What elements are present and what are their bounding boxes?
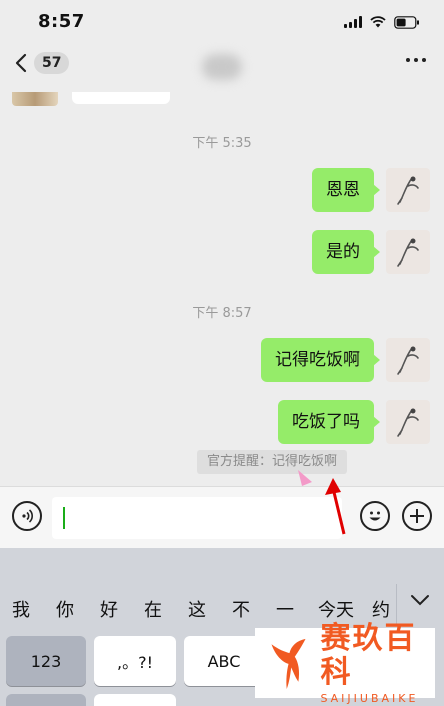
candidate-word[interactable]: 在 [144,596,162,622]
wifi-icon [370,16,386,28]
chat-nav-bar: 57 [0,44,444,92]
message-row: 记得吃饭啊 [261,338,430,382]
text-caret [63,507,65,529]
message-input[interactable] [52,497,342,539]
candidate-word[interactable]: 今天 [318,596,354,622]
back-button[interactable]: 57 [12,52,70,74]
self-avatar[interactable] [386,230,430,274]
signal-icon [344,16,362,28]
voice-icon [22,509,34,523]
self-avatar[interactable] [386,338,430,382]
watermark-text-cn: 赛玖百科 [320,620,417,690]
emoji-icon [369,511,381,521]
chat-message-list[interactable]: 下午 5:35 恩恩 是的 下午 8:57 记得吃饭啊 吃饭了吗 官方提醒：记得… [0,92,444,486]
key-123[interactable]: 123 [6,636,86,686]
battery-icon [394,15,419,29]
message-row: 是的 [312,230,430,274]
key-abc[interactable]: ABC [184,636,264,686]
message-row: 恩恩 [312,168,430,212]
plus-button[interactable] [402,501,432,531]
message-input-bar [0,486,444,548]
status-time: 8:57 [38,11,85,32]
candidate-word[interactable]: 这 [188,596,206,622]
self-avatar[interactable] [386,168,430,212]
expand-candidates-button[interactable] [408,592,432,612]
chevron-down-icon [411,595,429,606]
candidate-word[interactable]: 好 [100,596,118,622]
key-punctuation[interactable]: ,。?! [94,636,176,686]
message-timestamp: 下午 5:35 [192,136,252,151]
candidate-word[interactable]: 我 [12,596,30,622]
watermark-text-en: SAIJIUBAIKE [320,691,419,705]
candidate-bar: 我 你 好 在 这 不 一 今天 约 [0,548,444,624]
plus-icon [410,509,424,523]
more-button[interactable] [406,58,426,62]
candidate-word[interactable]: 约 [372,596,392,622]
key-row-bottom[interactable] [94,694,176,706]
self-message-bubble[interactable]: 是的 [312,230,380,274]
key-row-bottom[interactable] [6,694,86,706]
whale-tail-icon [271,638,306,689]
self-avatar[interactable] [386,400,430,444]
more-icon [406,58,410,62]
peer-avatar[interactable] [12,92,58,106]
self-message-bubble[interactable]: 吃饭了吗 [278,400,380,444]
self-message-bubble[interactable]: 恩恩 [312,168,380,212]
watermark-logo: 赛玖百科 SAIJIUBAIKE [255,621,435,705]
candidate-word[interactable]: 你 [56,596,74,622]
system-notice: 官方提醒：记得吃饭啊 [197,450,348,474]
candidate-word[interactable]: 不 [232,596,250,622]
candidate-word[interactable]: 一 [276,596,294,622]
chevron-left-icon [15,53,27,73]
unread-count-badge: 57 [34,52,70,74]
status-icons [344,14,420,30]
emoji-button[interactable] [360,501,390,531]
chat-title-blurred [202,54,242,80]
message-row: 吃饭了吗 [278,400,430,444]
status-bar: 8:57 [0,0,444,44]
candidate-divider [396,584,397,624]
self-message-bubble[interactable]: 记得吃饭啊 [261,338,380,382]
voice-button[interactable] [12,501,42,531]
message-timestamp: 下午 8:57 [192,306,252,321]
peer-message-bubble[interactable] [72,92,170,104]
